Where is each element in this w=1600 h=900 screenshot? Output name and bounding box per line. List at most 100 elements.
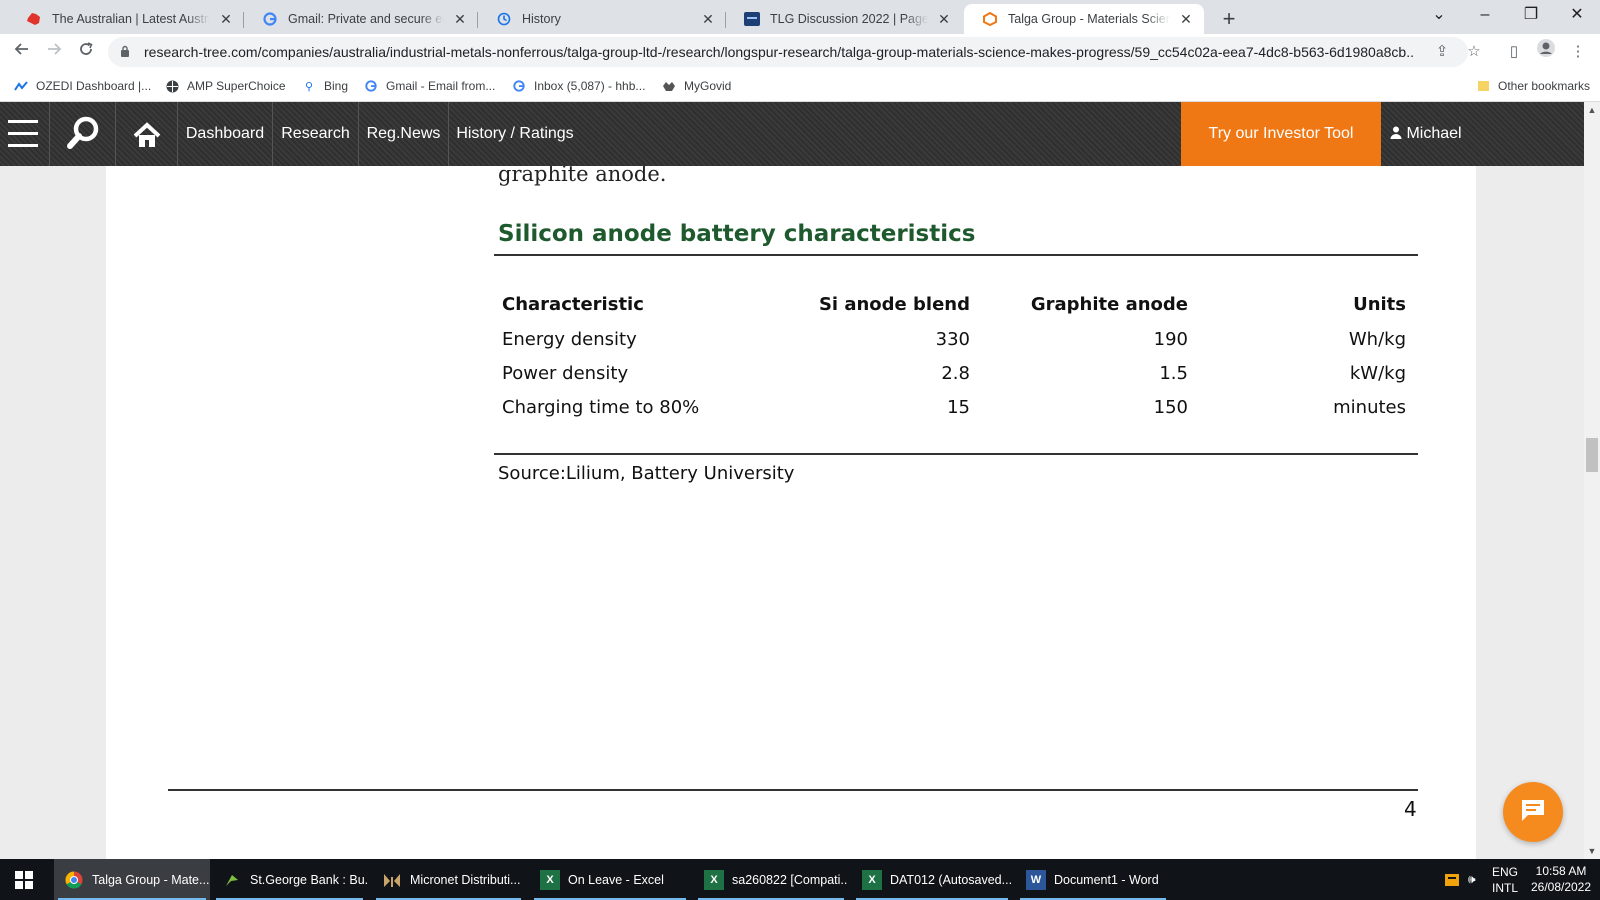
taskbar-item-chrome[interactable]: Talga Group - Mate... — [54, 859, 210, 900]
table-row: Power density 2.8 1.5 kW/kg — [502, 356, 1406, 390]
table-cell: 330 — [935, 328, 970, 350]
back-button[interactable] — [8, 38, 36, 66]
page-viewport: graphite anode. Silicon anode battery ch… — [0, 102, 1600, 859]
system-clock[interactable]: 10:58 AM 26/08/2022 — [1526, 863, 1596, 895]
table-bottom-rule — [494, 453, 1418, 455]
tab-tlg-discussion[interactable]: TLG Discussion 2022 | Page 21 | T ✕ — [726, 4, 962, 34]
tab-gmail[interactable]: Gmail: Private and secure email a ✕ — [244, 4, 478, 34]
page-number: 4 — [1404, 797, 1417, 821]
scroll-up-arrow[interactable]: ▲ — [1584, 102, 1600, 118]
bookmark-bing[interactable]: ⚲ Bing — [302, 77, 348, 95]
taskbar-item-excel-sa260822[interactable]: X sa260822 [Compati... — [694, 859, 848, 900]
google-icon — [364, 79, 378, 93]
bookmark-amp-superchoice[interactable]: AMP SuperChoice — [165, 77, 286, 95]
google-icon — [512, 79, 526, 93]
table-cell: 1.5 — [1159, 362, 1188, 384]
table-cell: Wh/kg — [1348, 328, 1406, 350]
research-tree-icon — [982, 11, 998, 27]
table-row: Energy density 330 190 Wh/kg — [502, 322, 1406, 356]
windows-start-icon[interactable] — [0, 859, 48, 900]
document-page: graphite anode. Silicon anode battery ch… — [106, 162, 1476, 859]
language-indicator[interactable]: ENG INTL — [1492, 859, 1518, 900]
scroll-thumb[interactable] — [1586, 438, 1598, 472]
characteristics-table: Characteristic Si anode blend Graphite a… — [502, 286, 1406, 424]
bookmark-ozedi[interactable]: OZEDI Dashboard |... — [14, 77, 151, 95]
chrome-icon — [64, 870, 84, 890]
minimize-button[interactable]: – — [1462, 0, 1508, 30]
nav-history-ratings[interactable]: History / Ratings — [449, 102, 581, 166]
bookmarks-bar: OZEDI Dashboard |... AMP SuperChoice ⚲ B… — [0, 70, 1600, 102]
chat-button[interactable] — [1503, 782, 1563, 842]
url-text: research-tree.com/companies/australia/in… — [144, 44, 1414, 60]
tab-history[interactable]: History ✕ — [478, 4, 726, 34]
table-cell: 2.8 — [941, 362, 970, 384]
home-icon[interactable] — [116, 102, 178, 166]
excel-icon: X — [704, 869, 724, 890]
other-bookmarks[interactable]: Other bookmarks — [1476, 77, 1590, 95]
coat-of-arms-icon — [662, 79, 676, 93]
table-cell: 15 — [947, 396, 970, 418]
share-icon[interactable]: ⇪ — [1428, 38, 1456, 66]
forward-button[interactable] — [40, 38, 68, 66]
table-cell: Power density — [502, 362, 629, 384]
bookmark-star-icon[interactable]: ☆ — [1460, 38, 1488, 66]
excel-icon: X — [862, 869, 882, 890]
nav-reg-news[interactable]: Reg.News — [359, 102, 449, 166]
footer-rule — [168, 789, 1418, 791]
table-cell: kW/kg — [1349, 362, 1406, 384]
stgeorge-icon — [222, 870, 242, 890]
table-row: Charging time to 80% 15 150 minutes — [502, 390, 1406, 424]
taskbar-item-excel-on-leave[interactable]: X On Leave - Excel — [530, 859, 690, 900]
restore-button[interactable]: ❐ — [1508, 0, 1554, 30]
search-icon[interactable] — [50, 102, 116, 166]
globe-icon — [165, 79, 179, 93]
tab-the-australian[interactable]: The Australian | Latest Australian ✕ — [8, 4, 244, 34]
bookmark-gmail[interactable]: Gmail - Email from... — [364, 77, 495, 95]
page-scrollbar[interactable]: ▲ ▼ — [1584, 102, 1600, 859]
table-top-rule — [494, 254, 1418, 256]
ozedi-icon — [14, 79, 28, 93]
menu-kebab-icon[interactable]: ⋮ — [1564, 38, 1592, 66]
bing-search-icon: ⚲ — [304, 80, 314, 93]
excel-icon: X — [540, 869, 560, 890]
history-icon — [496, 11, 512, 27]
google-icon — [262, 11, 278, 27]
bookmark-mygovid[interactable]: MyGovid — [662, 77, 731, 95]
reload-button[interactable] — [72, 38, 100, 66]
chat-bubble-icon — [1519, 797, 1547, 828]
close-icon[interactable]: ✕ — [218, 11, 234, 27]
tray-app-icon[interactable] — [1444, 859, 1460, 900]
profile-avatar[interactable] — [1532, 38, 1560, 66]
table-cell: minutes — [1333, 396, 1406, 418]
address-bar[interactable]: research-tree.com/companies/australia/in… — [108, 37, 1468, 67]
tab-talga-group[interactable]: Talga Group - Materials Science M ✕ — [964, 4, 1204, 34]
user-menu[interactable]: Michael — [1390, 102, 1462, 166]
nav-research[interactable]: Research — [273, 102, 359, 166]
new-tab-button[interactable]: + — [1215, 6, 1243, 34]
table-header-row: Characteristic Si anode blend Graphite a… — [502, 286, 1406, 322]
section-title: Silicon anode battery characteristics — [498, 221, 976, 247]
taskbar-item-word[interactable]: W Document1 - Word — [1016, 859, 1170, 900]
taskbar-item-micronet[interactable]: Micronet Distributi... — [372, 859, 525, 900]
taskbar-item-stgeorge[interactable]: St.George Bank : Bu... — [212, 859, 367, 900]
bookmark-inbox[interactable]: Inbox (5,087) - hhb... — [512, 77, 645, 95]
close-icon[interactable]: ✕ — [936, 11, 952, 27]
nav-dashboard[interactable]: Dashboard — [178, 102, 273, 166]
tab-strip: The Australian | Latest Australian ✕ Gma… — [0, 0, 1600, 34]
side-panel-icon[interactable]: ▯ — [1500, 38, 1528, 66]
column-header: Si anode blend — [818, 293, 970, 315]
scroll-down-arrow[interactable]: ▼ — [1584, 843, 1600, 859]
try-investor-tool-button[interactable]: Try our Investor Tool — [1181, 102, 1381, 166]
close-icon[interactable]: ✕ — [700, 11, 716, 27]
hamburger-menu-icon[interactable] — [0, 102, 50, 166]
source-note: Source:Lilium, Battery University — [498, 463, 795, 484]
close-icon[interactable]: ✕ — [1178, 11, 1194, 27]
volume-icon[interactable]: 🕪 — [1468, 859, 1476, 900]
lock-icon — [120, 45, 134, 60]
word-icon: W — [1026, 869, 1046, 890]
tab-search-button[interactable]: ⌄ — [1416, 0, 1462, 30]
close-icon[interactable]: ✕ — [452, 11, 468, 27]
close-window-button[interactable]: ✕ — [1554, 0, 1600, 30]
taskbar-item-excel-dat012[interactable]: X DAT012 (Autosaved... — [852, 859, 1012, 900]
browser-toolbar: research-tree.com/companies/australia/in… — [0, 34, 1600, 70]
